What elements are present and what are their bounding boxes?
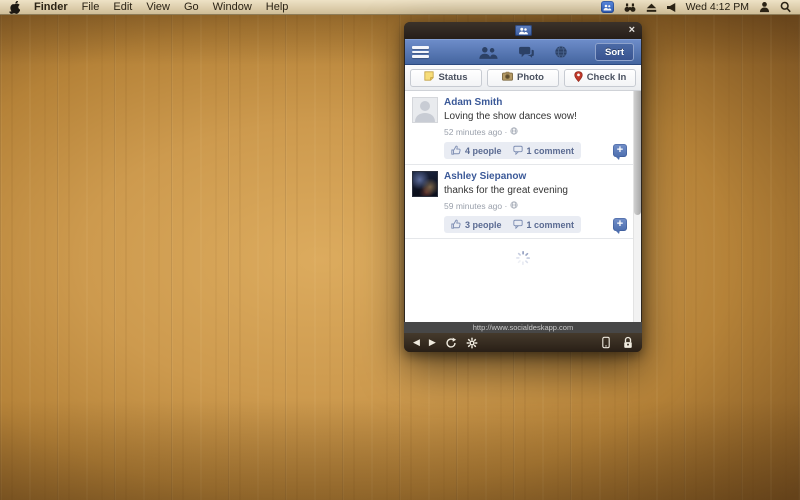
post-timestamp: 52 minutes ago ·: [444, 127, 507, 137]
menu-item-go[interactable]: Go: [184, 0, 199, 15]
post-meta: 59 minutes ago ·: [444, 201, 627, 211]
comments-button[interactable]: 1 comment: [513, 145, 575, 157]
comments-count: 1 comment: [527, 146, 575, 156]
avatar-adam-smith[interactable]: [412, 97, 438, 123]
messages-icon[interactable]: [518, 46, 534, 59]
menu-bar-left: Finder File Edit View Go Window Help: [9, 0, 288, 14]
post-stats-pill: 4 people 1 comment: [444, 142, 581, 159]
post-body: Ashley Siepanow thanks for the great eve…: [444, 171, 627, 233]
close-button[interactable]: ×: [629, 23, 635, 38]
lock-icon[interactable]: [623, 336, 633, 349]
thumb-up-icon: [451, 145, 461, 157]
post-author[interactable]: Adam Smith: [444, 97, 627, 109]
scrollbar-track[interactable]: [633, 91, 641, 322]
post-ashley-siepanow: Ashley Siepanow thanks for the great eve…: [405, 165, 641, 238]
socialdesk-menubar-icon[interactable]: [601, 1, 614, 13]
facebook-toolbar: Sort: [405, 39, 641, 65]
comments-button[interactable]: 1 comment: [513, 219, 575, 231]
likes-button[interactable]: 4 people: [451, 145, 502, 157]
likes-count: 3 people: [465, 220, 502, 230]
composer-bar: Status Photo Check In: [405, 65, 641, 91]
menu-item-view[interactable]: View: [146, 0, 170, 15]
spotlight-search-icon[interactable]: [780, 1, 791, 13]
menu-item-window[interactable]: Window: [213, 0, 252, 15]
comments-count: 1 comment: [527, 220, 575, 230]
checkin-pin-icon: [574, 71, 583, 85]
photo-button[interactable]: Photo: [487, 69, 559, 87]
likes-button[interactable]: 3 people: [451, 219, 502, 231]
privacy-globe-icon: [510, 201, 518, 211]
settings-gear-icon[interactable]: [466, 337, 478, 349]
loading-spinner-icon: [515, 250, 531, 266]
desktop-wallpaper: Finder File Edit View Go Window Help Wed…: [0, 0, 800, 500]
mobile-device-icon[interactable]: [602, 336, 610, 349]
bottom-toolbar-right: [602, 336, 633, 349]
notifications-globe-icon[interactable]: [554, 45, 568, 59]
post-meta: 52 minutes ago ·: [444, 127, 627, 137]
menu-bar-status-area: Wed 4:12 PM: [601, 0, 791, 14]
bottom-toolbar: ◀ ▶: [404, 333, 642, 352]
post-timestamp: 59 minutes ago ·: [444, 201, 507, 211]
checkin-button-label: Check In: [587, 72, 627, 83]
likes-count: 4 people: [465, 146, 502, 156]
post-actions: 4 people 1 comment +: [444, 142, 627, 159]
forward-button[interactable]: ▶: [429, 333, 436, 352]
comment-bubble-icon: [513, 145, 523, 157]
app-badge-icon: [515, 25, 532, 36]
binoculars-icon[interactable]: [624, 2, 636, 13]
window-title-bar[interactable]: ×: [404, 22, 642, 39]
back-button[interactable]: ◀: [413, 333, 420, 352]
checkin-button[interactable]: Check In: [564, 69, 636, 87]
photo-button-label: Photo: [517, 72, 544, 83]
status-url-bar: http://www.socialdeskapp.com: [404, 322, 642, 333]
post-message: Loving the show dances wow!: [444, 110, 627, 123]
thumb-up-icon: [451, 219, 461, 231]
post-body: Adam Smith Loving the show dances wow! 5…: [444, 97, 627, 159]
scrollbar-thumb[interactable]: [634, 91, 641, 215]
volume-icon[interactable]: [667, 2, 676, 13]
status-button-label: Status: [438, 72, 467, 83]
add-comment-button[interactable]: +: [613, 144, 627, 157]
socialdesk-window: × Sort Status: [404, 22, 642, 352]
menu-bar: Finder File Edit View Go Window Help Wed…: [0, 0, 800, 15]
apple-menu-icon[interactable]: [9, 1, 20, 14]
post-message: thanks for the great evening: [444, 184, 627, 197]
menu-bar-clock[interactable]: Wed 4:12 PM: [686, 1, 749, 13]
status-note-icon: [424, 71, 434, 84]
menu-item-help[interactable]: Help: [266, 0, 289, 15]
user-switch-icon[interactable]: [759, 1, 770, 13]
post-author[interactable]: Ashley Siepanow: [444, 171, 627, 183]
status-button[interactable]: Status: [410, 69, 482, 87]
menu-item-file[interactable]: File: [82, 0, 100, 15]
post-actions: 3 people 1 comment +: [444, 216, 627, 233]
friends-icon[interactable]: [478, 46, 498, 59]
news-feed: Adam Smith Loving the show dances wow! 5…: [405, 91, 641, 322]
feed-divider: [405, 238, 641, 239]
add-comment-button[interactable]: +: [613, 218, 627, 231]
sort-button[interactable]: Sort: [595, 43, 634, 61]
privacy-globe-icon: [510, 127, 518, 137]
eject-icon[interactable]: [646, 2, 657, 13]
post-stats-pill: 3 people 1 comment: [444, 216, 581, 233]
post-adam-smith: Adam Smith Loving the show dances wow! 5…: [405, 91, 641, 164]
refresh-button[interactable]: [445, 337, 457, 349]
avatar-ashley-siepanow[interactable]: [412, 171, 438, 197]
menu-item-edit[interactable]: Edit: [113, 0, 132, 15]
hamburger-menu-icon[interactable]: [412, 44, 429, 60]
comment-bubble-icon: [513, 219, 523, 231]
photo-camera-icon: [502, 71, 513, 84]
menu-item-finder[interactable]: Finder: [34, 0, 68, 15]
